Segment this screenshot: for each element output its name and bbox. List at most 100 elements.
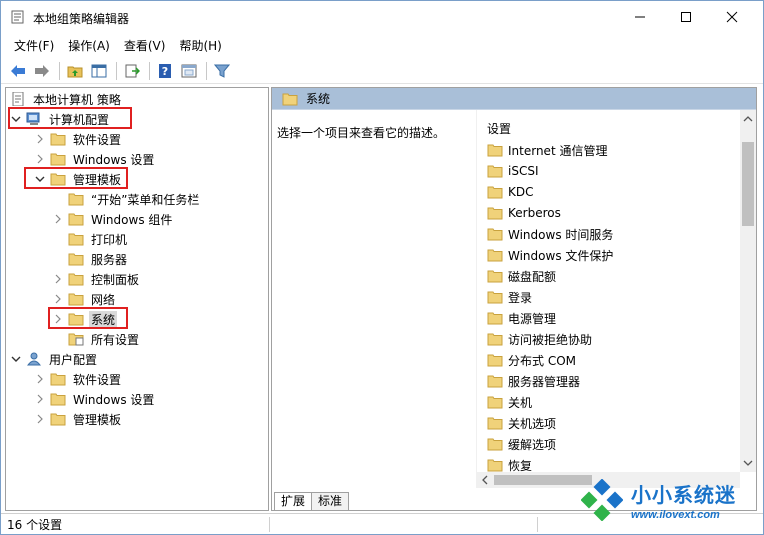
folder-icon xyxy=(487,144,503,157)
folder-icon xyxy=(68,193,84,206)
tree-item-printers[interactable]: 打印机 xyxy=(68,229,129,249)
collapsed-chevron-icon[interactable] xyxy=(52,213,64,225)
description-text: 选择一个项目来查看它的描述。 xyxy=(277,126,446,140)
expanded-chevron-icon[interactable] xyxy=(10,353,22,365)
folder-icon xyxy=(487,165,503,178)
list-item[interactable]: 磁盘配额 xyxy=(487,266,556,286)
list-item-label: KDC xyxy=(508,185,534,199)
collapsed-chevron-icon[interactable] xyxy=(52,293,64,305)
tree-label: Windows 组件 xyxy=(91,212,173,227)
tree-label: 本地计算机 策略 xyxy=(33,92,121,107)
folder-icon xyxy=(487,459,503,472)
toolbar: ? xyxy=(1,58,763,84)
collapsed-chevron-icon[interactable] xyxy=(34,373,46,385)
tree-item-control-panel[interactable]: 控制面板 xyxy=(52,269,141,289)
tree-item-uc-admin-templates[interactable]: 管理模板 xyxy=(34,409,123,429)
collapsed-chevron-icon[interactable] xyxy=(34,413,46,425)
menu-action[interactable]: 操作(A) xyxy=(61,36,117,56)
list-item[interactable]: Internet 通信管理 xyxy=(487,140,607,160)
folder-icon xyxy=(487,396,503,409)
maximize-button[interactable] xyxy=(663,1,709,33)
collapsed-chevron-icon[interactable] xyxy=(34,133,46,145)
tree-item-root[interactable]: 本地计算机 策略 xyxy=(10,89,123,109)
folder-icon xyxy=(487,312,503,325)
menu-help[interactable]: 帮助(H) xyxy=(172,36,228,56)
back-button[interactable] xyxy=(7,60,29,82)
list-item-label: iSCSI xyxy=(508,164,539,178)
vertical-scrollbar[interactable] xyxy=(740,110,756,472)
vertical-scroll-thumb[interactable] xyxy=(742,142,754,226)
list-item[interactable]: 关机选项 xyxy=(487,413,556,433)
policy-document-icon xyxy=(12,92,24,106)
list-item-label: 访问被拒绝协助 xyxy=(508,332,593,347)
tree-label: 管理模板 xyxy=(73,412,122,427)
svg-text:?: ? xyxy=(162,65,168,78)
scroll-left-icon[interactable] xyxy=(480,475,490,485)
tree-item-start-menu[interactable]: “开始”菜单和任务栏 xyxy=(68,189,201,209)
collapsed-chevron-icon[interactable] xyxy=(34,153,46,165)
status-divider xyxy=(269,517,270,532)
annotation-box-system xyxy=(48,307,128,329)
up-folder-icon xyxy=(67,66,83,77)
list-item-label: 关机 xyxy=(508,395,533,410)
list-item[interactable]: Windows 时间服务 xyxy=(487,224,613,244)
close-button[interactable] xyxy=(709,1,755,33)
list-item-label: 电源管理 xyxy=(508,311,557,326)
folder-icon xyxy=(68,233,84,246)
menu-view[interactable]: 查看(V) xyxy=(117,36,173,56)
collapsed-chevron-icon[interactable] xyxy=(52,273,64,285)
list-item[interactable]: iSCSI xyxy=(487,161,539,181)
list-item-label: 服务器管理器 xyxy=(508,374,581,389)
menu-file[interactable]: 文件(F) xyxy=(7,36,61,56)
tree-pane: 本地计算机 策略 计算机配置 软件设置 Windows 设置 管理模板 “开始”… xyxy=(5,87,269,511)
list-item[interactable]: 访问被拒绝协助 xyxy=(487,329,592,349)
list-item[interactable]: 登录 xyxy=(487,287,532,307)
up-folder-button[interactable] xyxy=(64,60,86,82)
tree-item-cc-windows[interactable]: Windows 设置 xyxy=(34,149,156,169)
list-item[interactable]: 电源管理 xyxy=(487,308,556,328)
tree-item-cc-software[interactable]: 软件设置 xyxy=(34,129,123,149)
list-item[interactable]: 恢复 xyxy=(487,455,532,472)
list-item[interactable]: 关机 xyxy=(487,392,532,412)
tree-item-uc-windows[interactable]: Windows 设置 xyxy=(34,389,156,409)
list-item[interactable]: KDC xyxy=(487,182,534,202)
tree-label: “开始”菜单和任务栏 xyxy=(91,192,200,207)
tree-item-all-settings[interactable]: 所有设置 xyxy=(68,329,141,349)
list-item[interactable]: 分布式 COM xyxy=(487,350,576,370)
tree-item-servers[interactable]: 服务器 xyxy=(68,249,129,269)
maximize-icon xyxy=(681,12,691,22)
tree-item-uc-software[interactable]: 软件设置 xyxy=(34,369,123,389)
folder-icon xyxy=(282,93,298,105)
list-item[interactable]: Kerberos xyxy=(487,203,561,223)
user-icon xyxy=(26,352,42,366)
list-item[interactable]: Windows 文件保护 xyxy=(487,245,613,265)
filter-button[interactable] xyxy=(211,60,233,82)
settings-list: 设置 Internet 通信管理 iSCSI KDC Kerberos Wind… xyxy=(476,110,740,472)
column-header-settings[interactable]: 设置 xyxy=(487,120,511,137)
forward-icon xyxy=(35,64,49,77)
export-list-button[interactable] xyxy=(121,60,143,82)
policy-editor-icon xyxy=(11,10,24,24)
scroll-down-icon[interactable] xyxy=(743,458,753,468)
minimize-button[interactable] xyxy=(617,1,663,33)
tab-extended[interactable]: 扩展 xyxy=(274,492,313,510)
properties-button[interactable] xyxy=(178,60,200,82)
toolbar-separator xyxy=(59,61,60,80)
tree-label: 所有设置 xyxy=(91,332,140,347)
tree-item-network[interactable]: 网络 xyxy=(52,289,117,309)
scroll-up-icon[interactable] xyxy=(743,114,753,124)
show-hide-tree-button[interactable] xyxy=(88,60,110,82)
collapsed-chevron-icon[interactable] xyxy=(34,393,46,405)
forward-button[interactable] xyxy=(31,60,53,82)
description-panel: 选择一个项目来查看它的描述。 xyxy=(272,110,476,490)
folder-icon xyxy=(50,133,66,146)
watermark-url: www.ilovext.com xyxy=(631,509,720,521)
tab-standard[interactable]: 标准 xyxy=(311,492,350,510)
list-item[interactable]: 缓解选项 xyxy=(487,434,556,454)
filter-icon xyxy=(214,64,230,78)
tree-item-windows-components[interactable]: Windows 组件 xyxy=(52,209,174,229)
all-settings-icon xyxy=(68,333,84,346)
tree-item-user-config[interactable]: 用户配置 xyxy=(10,349,99,369)
help-button[interactable]: ? xyxy=(154,60,176,82)
list-item[interactable]: 服务器管理器 xyxy=(487,371,580,391)
